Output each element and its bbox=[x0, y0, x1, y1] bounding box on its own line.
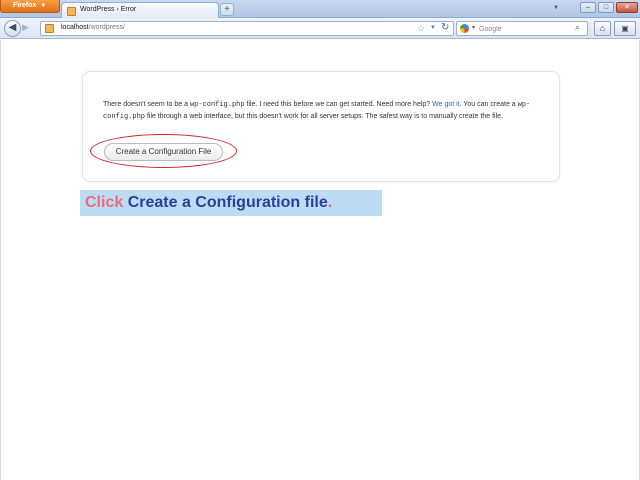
site-identity-icon bbox=[45, 24, 54, 33]
search-input[interactable] bbox=[479, 24, 569, 34]
search-engine-dropdown-icon[interactable]: ▼ bbox=[471, 25, 476, 31]
url-history-dropdown-icon[interactable]: ▼ bbox=[430, 25, 436, 31]
navigation-bar: ◀ ▶ localhost/wordpress/ ☆ ▼ ↻ ▼ ⌕ ⌂ ▣ bbox=[0, 18, 640, 39]
page-viewport: There doesn't seem to be a wp-config.php… bbox=[0, 40, 640, 480]
minimize-button[interactable]: – bbox=[580, 2, 596, 13]
message-text-1: There doesn't seem to be a bbox=[103, 101, 190, 108]
forward-button[interactable]: ▶ bbox=[22, 22, 29, 33]
url-path: /wordpress/ bbox=[88, 24, 125, 31]
create-configuration-file-button[interactable]: Create a Configuration File bbox=[104, 143, 223, 161]
tab-title: WordPress › Error bbox=[80, 6, 137, 13]
close-window-button[interactable]: ✕ bbox=[616, 2, 638, 13]
url-host: localhost bbox=[61, 24, 89, 31]
maximize-button[interactable]: □ bbox=[598, 2, 614, 13]
wp-error-box: There doesn't seem to be a wp-config.php… bbox=[82, 71, 560, 182]
tab-wordpress-error[interactable]: WordPress › Error bbox=[61, 2, 219, 18]
title-bar: Firefox ▼ WordPress › Error + ▼ – □ ✕ bbox=[0, 0, 640, 18]
message-text-4: file through a web interface, but this d… bbox=[145, 113, 504, 120]
error-message: There doesn't seem to be a wp-config.php… bbox=[103, 99, 543, 123]
message-code-1: wp-config.php bbox=[189, 101, 245, 109]
google-icon[interactable] bbox=[460, 24, 469, 33]
new-tab-button[interactable]: + bbox=[220, 3, 234, 16]
url-bar[interactable]: localhost/wordpress/ ☆ ▼ ↻ bbox=[40, 21, 454, 36]
search-bar: ▼ ⌕ bbox=[456, 21, 588, 36]
firefox-menu-button[interactable]: Firefox ▼ bbox=[0, 0, 60, 13]
instruction-verb: Click bbox=[85, 194, 124, 211]
tab-favicon-icon bbox=[67, 7, 76, 16]
bookmark-star-icon[interactable]: ☆ bbox=[417, 23, 425, 34]
message-text-3: . You can create a bbox=[459, 101, 518, 108]
message-text-2: file. I need this before we can get star… bbox=[244, 101, 433, 108]
list-all-tabs-icon[interactable]: ▼ bbox=[553, 5, 559, 11]
instruction-target: Create a Configuration file bbox=[127, 194, 328, 211]
back-button[interactable]: ◀ bbox=[4, 20, 21, 37]
instruction-end: . bbox=[327, 194, 333, 211]
url-text[interactable]: localhost/wordpress/ bbox=[61, 24, 125, 31]
help-link[interactable]: We got it bbox=[432, 101, 460, 108]
chevron-down-icon: ▼ bbox=[40, 3, 47, 9]
instruction-banner: Click Create a Configuration file. bbox=[80, 190, 382, 216]
addon-bar-button[interactable]: ▣ bbox=[614, 21, 636, 36]
search-magnifier-icon[interactable]: ⌕ bbox=[575, 22, 580, 33]
reload-icon[interactable]: ↻ bbox=[441, 22, 449, 33]
home-button[interactable]: ⌂ bbox=[594, 21, 611, 36]
firefox-menu-label: Firefox bbox=[13, 2, 37, 9]
